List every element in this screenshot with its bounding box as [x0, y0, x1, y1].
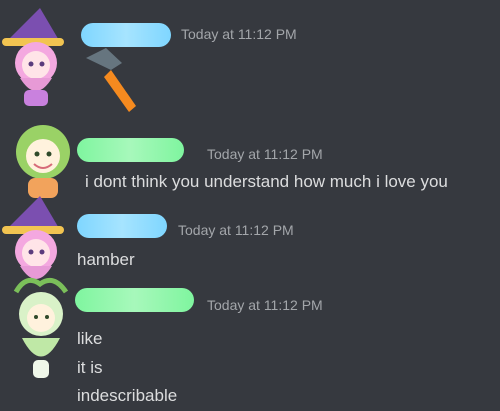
- username-redacted[interactable]: [81, 23, 171, 47]
- timestamp: Today at 11:12 PM: [207, 297, 323, 313]
- message-1: Today at 11:12 PM: [0, 0, 500, 120]
- message-3: Today at 11:12 PM hamber: [0, 190, 500, 280]
- message-text: it is: [77, 358, 103, 377]
- witch-avatar-icon[interactable]: [0, 196, 74, 280]
- username-redacted[interactable]: [77, 138, 184, 162]
- message-text: i dont think you understand how much i l…: [85, 172, 448, 191]
- message-text: indescribable: [77, 386, 178, 405]
- message-text: hamber: [77, 250, 135, 269]
- timestamp: Today at 11:12 PM: [207, 146, 323, 162]
- hammer-icon: [86, 48, 136, 112]
- green-hair-avatar-icon[interactable]: [10, 114, 76, 200]
- fairy-avatar-icon[interactable]: [6, 270, 74, 380]
- message-4: Today at 11:12 PM like it is indescribab…: [0, 270, 500, 411]
- message-2: Today at 11:12 PM i dont think you under…: [0, 110, 500, 200]
- username-redacted[interactable]: [77, 214, 167, 238]
- witch-avatar-icon[interactable]: [0, 8, 74, 106]
- timestamp: Today at 11:12 PM: [178, 222, 294, 238]
- timestamp: Today at 11:12 PM: [181, 26, 297, 42]
- username-redacted[interactable]: [75, 288, 194, 312]
- message-text: like: [77, 329, 103, 348]
